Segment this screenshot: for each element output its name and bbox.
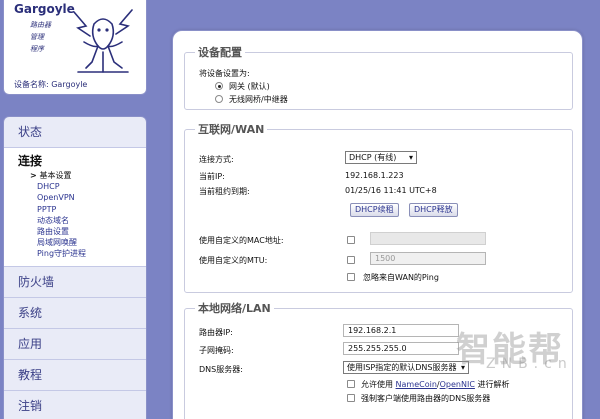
custom-mtu-checkbox[interactable]: [347, 256, 355, 264]
dns-server-value: 使用ISP指定的默认DNS服务器: [347, 363, 457, 372]
lease-expiry-label: 当前租约到期:: [199, 187, 250, 196]
subnet-mask-label: 子网掩码:: [199, 346, 234, 355]
dns-server-label: DNS服务器:: [199, 365, 243, 374]
lease-expiry-value: 01/25/16 11:41 UTC+8: [345, 186, 437, 195]
sidebar-subitem-ddns[interactable]: 动态域名: [18, 215, 146, 226]
gateway-option-label: 网关 (默认): [229, 82, 270, 91]
dhcp-release-button[interactable]: DHCP释放: [409, 203, 458, 217]
sidebar-item-apps[interactable]: 应用: [4, 329, 146, 360]
namecoin-link[interactable]: NameCoin: [396, 380, 437, 389]
sidebar-item-connection[interactable]: 连接: [18, 152, 146, 169]
sidebar-subitem-openvpn[interactable]: OpenVPN: [18, 192, 146, 203]
device-name: 设备名称: Gargoyle: [14, 80, 88, 89]
logo-line-1: 路由器: [30, 21, 51, 29]
gargoyle-logo-icon: [73, 9, 133, 73]
force-router-dns-label: 强制客户端使用路由器的DNS服务器: [361, 394, 491, 403]
ignore-wan-ping-label: 忽略来自WAN的Ping: [363, 273, 439, 282]
wireless-bridge-radio[interactable]: [215, 95, 223, 103]
sidebar-subitem-basic[interactable]: 基本设置: [18, 170, 146, 181]
dns-server-select[interactable]: 使用ISP指定的默认DNS服务器: [343, 361, 469, 374]
subnet-mask-input[interactable]: 255.255.255.0: [343, 342, 459, 355]
wan-legend: 互联网/WAN: [195, 121, 268, 137]
custom-mac-label: 使用自定义的MAC地址:: [199, 236, 284, 245]
sidebar-subitem-ping-watchdog[interactable]: Ping守护进程: [18, 248, 146, 259]
sidebar-subitem-wol[interactable]: 局域网唤醒: [18, 237, 146, 248]
custom-mtu-input[interactable]: 1500: [370, 252, 486, 265]
logo-line-3: 程序: [30, 45, 44, 53]
lan-legend: 本地网络/LAN: [195, 300, 274, 316]
sidebar-item-status[interactable]: 状态: [4, 117, 146, 148]
current-ip-value: 192.168.1.223: [345, 171, 404, 180]
watermark-subtext: ZNB.cn: [486, 356, 573, 372]
logo-line-2: 管理: [30, 33, 44, 41]
ignore-wan-ping-checkbox[interactable]: [347, 273, 355, 281]
sidebar-item-firewall[interactable]: 防火墙: [4, 267, 146, 298]
connection-type-label: 连接方式:: [199, 155, 234, 164]
opennic-link[interactable]: OpenNIC: [440, 380, 475, 389]
custom-mtu-label: 使用自定义的MTU:: [199, 256, 268, 265]
device-config-section: 设备配置 将设备设置为: 网关 (默认) 无线网桥/中继器: [184, 44, 573, 110]
sidebar-nav: 状态 连接 基本设置 DHCP OpenVPN PPTP 动态域名 路由设置 局…: [3, 116, 147, 419]
wireless-bridge-option-label: 无线网桥/中继器: [229, 95, 288, 104]
gateway-radio[interactable]: [215, 82, 223, 90]
sidebar-item-tutorial[interactable]: 教程: [4, 360, 146, 391]
custom-mac-checkbox[interactable]: [347, 236, 355, 244]
allow-namecoin-checkbox[interactable]: [347, 380, 355, 388]
device-config-legend: 设备配置: [195, 44, 245, 60]
sidebar-item-system[interactable]: 系统: [4, 298, 146, 329]
router-ip-label: 路由器IP:: [199, 328, 233, 337]
sidebar-item-logout[interactable]: 注销: [4, 391, 146, 419]
allow-resolve-prefix: 允许使用: [361, 380, 393, 389]
device-mode-label: 将设备设置为:: [199, 69, 250, 78]
sidebar-subitem-dhcp[interactable]: DHCP: [18, 181, 146, 192]
current-ip-label: 当前IP:: [199, 172, 225, 181]
sidebar-subitem-routing[interactable]: 路由设置: [18, 226, 146, 237]
logo-panel: Gargoyle 路由器 管理 程序 设备名称: Gargoyle: [3, 0, 147, 95]
router-ip-input[interactable]: 192.168.2.1: [343, 324, 459, 337]
allow-resolve-suffix: 进行解析: [477, 380, 510, 389]
connection-type-select[interactable]: DHCP (有线): [345, 151, 417, 164]
connection-type-value: DHCP (有线): [349, 153, 397, 162]
dhcp-renew-button[interactable]: DHCP续租: [350, 203, 399, 217]
sidebar-section-connection: 连接 基本设置 DHCP OpenVPN PPTP 动态域名 路由设置 局域网唤…: [4, 148, 146, 267]
custom-mac-input[interactable]: [370, 232, 486, 245]
wan-section: 互联网/WAN 连接方式: DHCP (有线) 当前IP: 192.168.1.…: [184, 121, 573, 293]
allow-namecoin-label: 允许使用 NameCoin/OpenNIC 进行解析: [361, 379, 509, 390]
sidebar-subitem-pptp[interactable]: PPTP: [18, 204, 146, 215]
force-router-dns-checkbox[interactable]: [347, 394, 355, 402]
